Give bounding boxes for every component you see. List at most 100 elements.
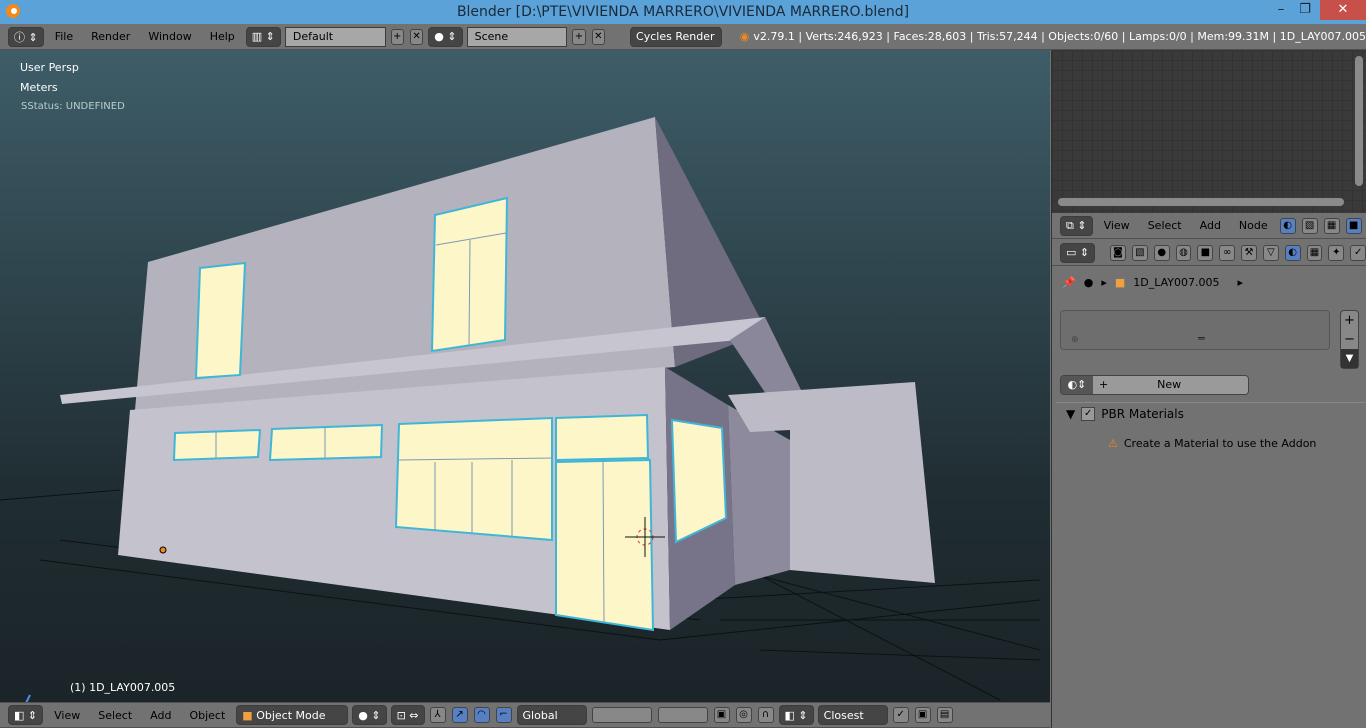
object-origin <box>159 546 167 554</box>
orientation-dropdown[interactable]: Global <box>516 705 587 725</box>
slot-buttons: + − ▼ <box>1340 310 1359 369</box>
translate-icon[interactable]: ↗ <box>451 707 468 723</box>
status-label: SStatus: UNDEFINED <box>21 101 125 112</box>
shader-nodes-icon[interactable]: ◐ <box>1279 217 1296 234</box>
constraints-tab-icon[interactable]: ∞ <box>1219 244 1236 261</box>
editor-type-3d-button[interactable]: ◧ ⇕ <box>8 705 44 725</box>
add-slot-button[interactable]: + <box>1341 311 1358 330</box>
viewport-header: ◧ ⇕ View Select Add Object ■ Object Mode… <box>0 702 1050 728</box>
snap-align-icon[interactable]: ✓ <box>892 707 909 723</box>
world-tab-icon[interactable]: ◍ <box>1175 244 1192 261</box>
node-editor-header: ⧉ ⇕ View Select Add Node ◐ ▧ ▦ ■ <box>1052 213 1366 239</box>
cube-icon: ■ <box>242 708 253 722</box>
compositing-nodes-icon[interactable]: ▧ <box>1301 217 1318 234</box>
material-tab-icon[interactable]: ◐ <box>1284 244 1301 261</box>
pivot-point-dropdown[interactable]: ⊡ ⇔ <box>390 705 425 725</box>
slot-specials-button[interactable]: ▼ <box>1341 349 1358 368</box>
mode-label: Object Mode <box>256 708 326 722</box>
data-tab-icon[interactable]: ▽ <box>1262 244 1279 261</box>
info-header: ⓘ ⇕ File Render Window Help ▥ ⇕ Default … <box>0 24 1366 50</box>
editor-type-node-button[interactable]: ⧉ ⇕ <box>1060 215 1093 236</box>
render-image-icon[interactable]: ▣ <box>914 707 931 723</box>
remove-slot-button[interactable]: − <box>1341 330 1358 349</box>
new-material-button[interactable]: + New <box>1093 376 1248 394</box>
menu-file[interactable]: File <box>48 30 80 43</box>
menu-window[interactable]: Window <box>141 30 198 43</box>
material-browse-button[interactable]: ◐⇕ <box>1061 376 1093 394</box>
maximize-button[interactable]: ❐ <box>1288 0 1322 20</box>
render-layers-tab-icon[interactable]: ▧ <box>1131 244 1148 261</box>
particles-tab-icon[interactable]: ✦ <box>1328 244 1345 261</box>
menu-add[interactable]: Add <box>143 709 178 722</box>
render-engine-dropdown[interactable]: Cycles Render <box>630 26 722 47</box>
menu-help[interactable]: Help <box>203 30 242 43</box>
menu-select[interactable]: Select <box>91 709 139 722</box>
object-tab-icon[interactable]: ■ <box>1197 244 1214 261</box>
modifiers-tab-icon[interactable]: ⚒ <box>1241 244 1257 261</box>
snap-element-dropdown[interactable]: ◧ ⇕ <box>778 705 814 725</box>
add-scene-icon[interactable]: + <box>572 28 586 45</box>
scale-icon[interactable]: ⌐ <box>495 707 512 723</box>
object-icon[interactable]: ■ <box>1345 217 1362 234</box>
render-tab-icon[interactable]: ◙ <box>1110 244 1126 261</box>
scene-stats: v2.79.1 | Verts:246,923 | Faces:28,603 |… <box>753 30 1366 43</box>
pin-icon[interactable]: 📌 <box>1062 276 1076 289</box>
texture-nodes-icon[interactable]: ▦ <box>1323 217 1340 234</box>
active-object-label: (1) 1D_LAY007.005 <box>70 681 176 694</box>
node-menu-add[interactable]: Add <box>1193 219 1228 232</box>
layers-grid-icon[interactable] <box>591 707 652 723</box>
orientation-label: Global <box>522 708 558 722</box>
scene-tab-icon[interactable]: ● <box>1153 244 1170 261</box>
editor-type-info-button[interactable]: ⓘ ⇕ <box>8 26 44 47</box>
menu-render[interactable]: Render <box>84 30 137 43</box>
editor-type-properties-button[interactable]: ▭ ⇕ <box>1060 242 1096 263</box>
window-title: Blender [D:\PTE\VIVIENDA MARRERO\VIVIEND… <box>456 4 910 20</box>
node-menu-select[interactable]: Select <box>1141 219 1189 232</box>
layout-selector-icon[interactable]: ▥ ⇕ <box>245 26 281 47</box>
warning-text: Create a Material to use the Addon <box>1123 437 1317 450</box>
house-model <box>0 117 1041 702</box>
material-browse: ◐⇕ + New <box>1060 375 1249 395</box>
breadcrumb: 📌 ● ▸ ■ 1D_LAY007.005 ▸ <box>1062 276 1244 289</box>
new-material-label: New <box>1157 378 1182 391</box>
pbr-panel-header[interactable]: ▼ ✓ PBR Materials <box>1066 407 1184 421</box>
node-menu-node[interactable]: Node <box>1232 219 1275 232</box>
scene-field[interactable]: Scene <box>466 26 568 47</box>
snap-target-dropdown[interactable]: Closest <box>817 705 888 725</box>
render-animation-icon[interactable]: ▤ <box>936 707 953 723</box>
remove-scene-icon[interactable]: ✕ <box>591 28 606 45</box>
node-editor[interactable] <box>1052 50 1366 213</box>
physics-tab-icon[interactable]: ✓ <box>1350 244 1366 261</box>
mode-dropdown[interactable]: ■ Object Mode <box>236 705 349 725</box>
manipulator-icon[interactable]: ⅄ <box>429 707 446 723</box>
lock-layers-icon[interactable]: ▣ <box>713 707 730 723</box>
snap-target-label: Closest <box>823 708 864 722</box>
material-slots-list[interactable]: ⊕ ═ <box>1060 310 1330 350</box>
viewport-shading-dropdown[interactable]: ● ⇕ <box>352 705 387 725</box>
menu-view[interactable]: View <box>47 709 87 722</box>
render-engine-label: Cycles Render <box>636 30 715 43</box>
object-name: 1D_LAY007.005 <box>1133 276 1220 289</box>
vertical-scrollbar[interactable] <box>1355 56 1363 186</box>
collapse-triangle-icon[interactable]: ▼ <box>1066 407 1075 421</box>
texture-tab-icon[interactable]: ▦ <box>1306 244 1323 261</box>
remove-layout-icon[interactable]: ✕ <box>409 28 424 45</box>
layout-field[interactable]: Default <box>284 26 386 47</box>
snap-magnet-icon[interactable]: ∩ <box>757 707 774 723</box>
3d-viewport[interactable]: User Persp Meters SStatus: UNDEFINED (1)… <box>0 50 1050 702</box>
horizontal-scrollbar[interactable] <box>1058 198 1344 206</box>
pbr-enable-checkbox[interactable]: ✓ <box>1081 407 1096 421</box>
pbr-warning: ⚠ Create a Material to use the Addon <box>1108 437 1316 450</box>
blender-logo-icon <box>6 4 20 18</box>
blender-logo-icon: ◉ <box>739 30 750 43</box>
proportional-edit-icon[interactable]: ◎ <box>735 707 752 723</box>
add-layout-icon[interactable]: + <box>390 28 404 45</box>
close-button[interactable]: ✕ <box>1320 0 1366 20</box>
rotate-icon[interactable]: ◠ <box>473 707 490 723</box>
layers-grid-icon[interactable] <box>657 707 708 723</box>
scene-icon: ● <box>1083 276 1094 289</box>
scene-selector-icon[interactable]: ● ⇕ <box>428 26 463 47</box>
node-menu-view[interactable]: View <box>1097 219 1137 232</box>
menu-object[interactable]: Object <box>182 709 232 722</box>
title-bar: Blender [D:\PTE\VIVIENDA MARRERO\VIVIEND… <box>0 0 1366 24</box>
